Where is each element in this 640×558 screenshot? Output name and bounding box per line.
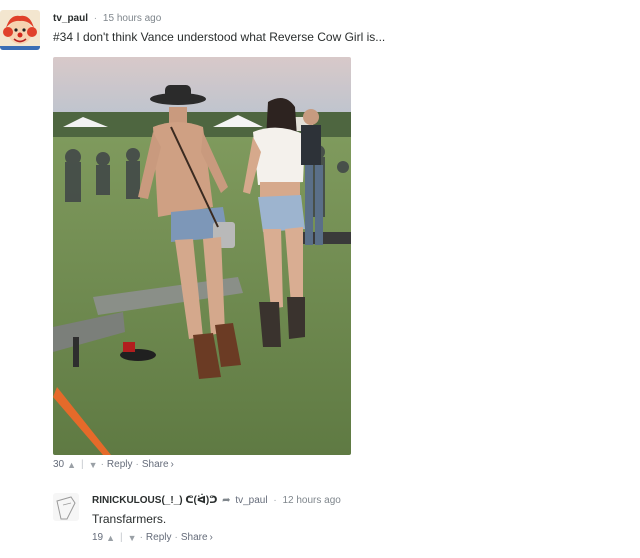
username[interactable]: tv_paul (53, 13, 88, 24)
divider: | (120, 532, 123, 543)
share-button[interactable]: Share (181, 532, 208, 543)
timestamp[interactable]: 12 hours ago (282, 495, 340, 506)
reply-button[interactable]: Reply (146, 532, 172, 543)
chevron-down-icon[interactable]: ▼ (128, 533, 137, 543)
separator-dot: · (174, 532, 178, 543)
chevron-down-icon[interactable]: ▼ (89, 460, 98, 470)
chevron-up-icon[interactable]: ▲ (106, 533, 115, 543)
timestamp[interactable]: 15 hours ago (103, 13, 161, 24)
separator-dot: · (273, 495, 277, 506)
reply-to-user[interactable]: tv_paul (235, 495, 267, 506)
comment-footer: 30 ▲ | ▼ · Reply · Share › (53, 459, 174, 470)
comment-text: #34 I don't think Vance understood what … (53, 30, 386, 44)
separator-dot: · (93, 13, 98, 24)
comment-text: Transfarmers. (92, 512, 167, 526)
festival-photo (53, 57, 351, 455)
vote-count: 30 (53, 459, 65, 470)
sketch-avatar-icon (53, 493, 79, 521)
separator-dot: · (135, 459, 139, 470)
username[interactable]: RINICKULOUS(_!_) ᕦ(ᐛ)ᕤ (92, 495, 217, 506)
reply-arrow-icon: ➦ (222, 495, 231, 506)
separator-dot: · (100, 459, 104, 470)
comment-footer: 19 ▲ | ▼ · Reply · Share › (92, 532, 213, 543)
chevron-up-icon[interactable]: ▲ (67, 460, 76, 470)
avatar[interactable] (0, 10, 40, 50)
share-chevron-icon[interactable]: › (210, 532, 213, 543)
separator-dot: · (139, 532, 143, 543)
comment-meta: tv_paul · 15 hours ago (53, 13, 161, 24)
share-button[interactable]: Share (142, 459, 169, 470)
avatar[interactable] (53, 493, 79, 521)
vote-count: 19 (92, 532, 104, 543)
share-chevron-icon[interactable]: › (171, 459, 174, 470)
divider: | (81, 459, 84, 470)
comment-image[interactable] (53, 57, 351, 455)
clown-avatar-icon (0, 10, 40, 50)
comment-meta: RINICKULOUS(_!_) ᕦ(ᐛ)ᕤ ➦ tv_paul · 12 ho… (92, 495, 341, 506)
reply-button[interactable]: Reply (107, 459, 133, 470)
